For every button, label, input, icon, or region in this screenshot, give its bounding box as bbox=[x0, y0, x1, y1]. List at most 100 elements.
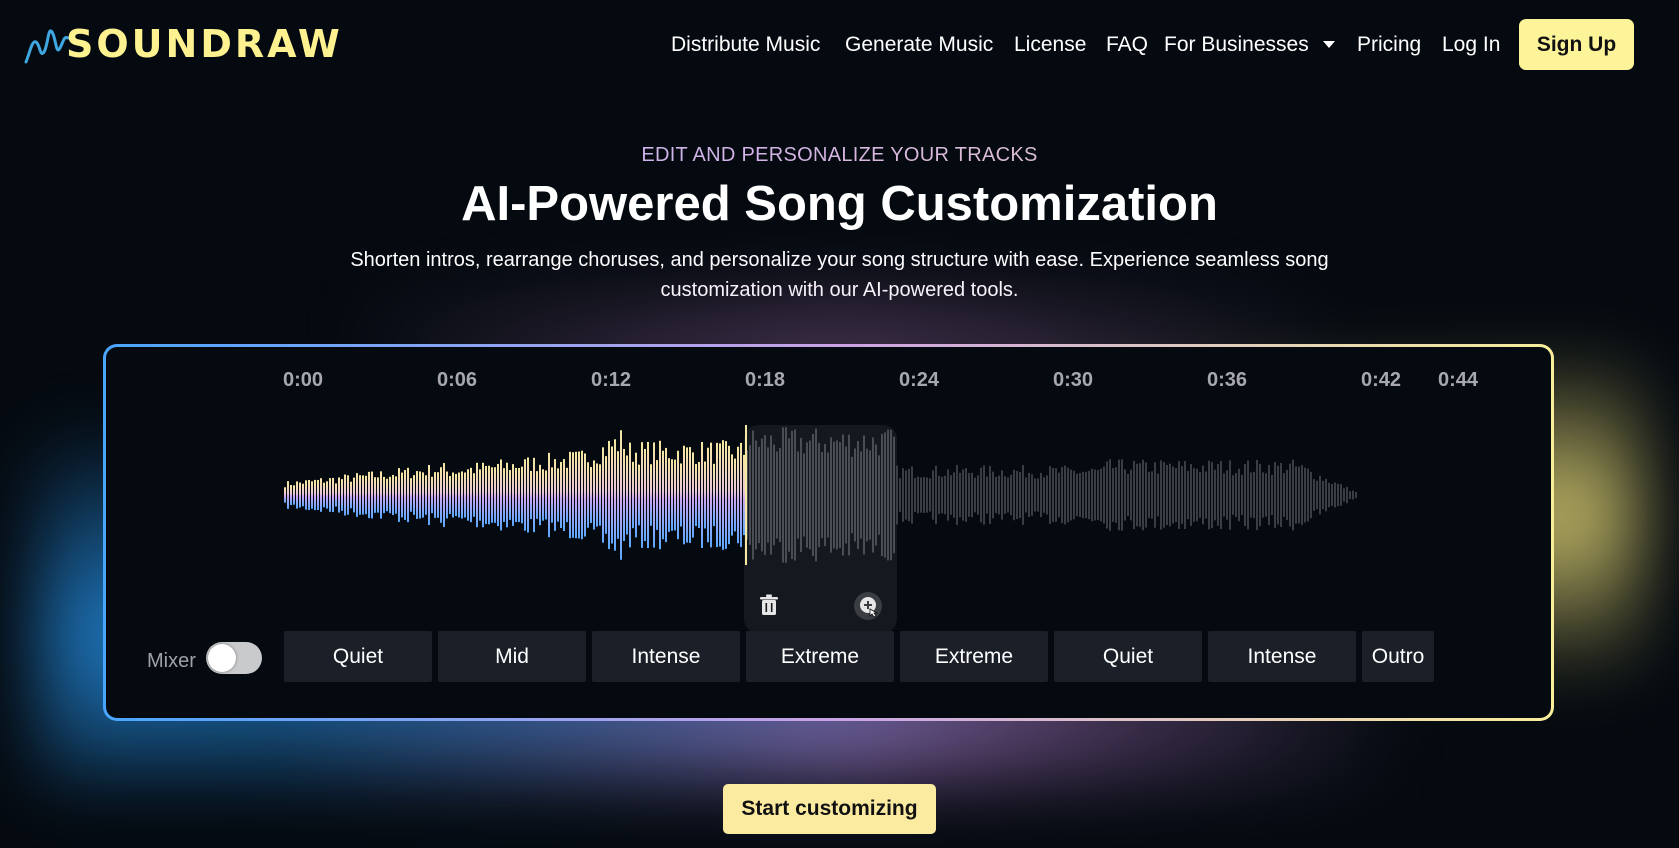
waveform-bar bbox=[1088, 470, 1090, 520]
waveform-bar bbox=[605, 456, 607, 534]
waveform-bar bbox=[1331, 484, 1333, 506]
waveform-bar bbox=[1202, 465, 1204, 525]
waveform-bar bbox=[965, 468, 967, 522]
waveform-bar bbox=[461, 471, 463, 519]
waveform-bar bbox=[521, 466, 523, 524]
waveform-bar bbox=[986, 476, 988, 514]
waveform-bar bbox=[314, 479, 316, 511]
waveform-bar bbox=[302, 483, 304, 507]
trash-icon[interactable] bbox=[757, 593, 781, 617]
waveform-bar bbox=[326, 481, 328, 509]
waveform-bar bbox=[869, 450, 871, 540]
waveform-bar bbox=[1154, 462, 1156, 528]
waveform-bar bbox=[542, 469, 544, 521]
waveform-bar bbox=[857, 441, 859, 549]
waveform-bar bbox=[1340, 484, 1342, 506]
waveform-bar bbox=[671, 459, 673, 531]
waveform-bar bbox=[1241, 474, 1243, 516]
waveform-bar bbox=[455, 473, 457, 517]
sign-up-button[interactable]: Sign Up bbox=[1519, 19, 1634, 70]
waveform-bar bbox=[1355, 492, 1357, 498]
waveform-bar bbox=[1040, 472, 1042, 518]
nav-for-businesses[interactable]: For Businesses bbox=[1164, 26, 1335, 64]
waveform-bar bbox=[293, 485, 295, 505]
waveform-bar bbox=[809, 440, 811, 550]
waveform-bar bbox=[422, 472, 424, 518]
waveform-bar bbox=[551, 467, 553, 523]
waveform-bar bbox=[896, 465, 898, 525]
waveform-bar bbox=[695, 463, 697, 527]
waveform-bar bbox=[479, 469, 481, 521]
toggle-knob bbox=[208, 644, 236, 672]
waveform-bar bbox=[932, 470, 934, 520]
waveform-bar bbox=[611, 446, 613, 544]
waveform-bar bbox=[296, 481, 298, 509]
waveform-bar bbox=[404, 470, 406, 520]
waveform-bar bbox=[1067, 467, 1069, 523]
waveform-bar bbox=[818, 442, 820, 548]
waveform-bar bbox=[572, 452, 574, 538]
waveform-bar bbox=[284, 487, 286, 503]
waveform-bar bbox=[1118, 459, 1120, 531]
segment-mid[interactable]: Mid bbox=[438, 631, 586, 682]
segment-intense[interactable]: Intense bbox=[1208, 631, 1356, 682]
waveform-bar bbox=[971, 472, 973, 518]
waveform-bar bbox=[1247, 460, 1249, 530]
waveform-bar bbox=[347, 475, 349, 515]
waveform-bar bbox=[632, 461, 634, 529]
waveform-bar bbox=[557, 468, 559, 522]
waveform-bar bbox=[917, 476, 919, 514]
waveform-bar bbox=[308, 479, 310, 511]
segment-outro[interactable]: Outro bbox=[1362, 631, 1434, 682]
waveform-bar bbox=[1130, 469, 1132, 521]
nav-generate-music[interactable]: Generate Music bbox=[845, 26, 993, 64]
waveform-bar bbox=[1163, 462, 1165, 528]
waveform-bar bbox=[425, 475, 427, 515]
waveform-bar bbox=[1307, 468, 1309, 522]
waveform-bar bbox=[1319, 475, 1321, 515]
waveform-bar bbox=[338, 477, 340, 513]
nav-faq[interactable]: FAQ bbox=[1106, 26, 1148, 64]
waveform-bar bbox=[815, 428, 817, 562]
nav-distribute-music[interactable]: Distribute Music bbox=[671, 26, 820, 64]
waveform-bar bbox=[395, 476, 397, 514]
waveform-bar bbox=[968, 473, 970, 517]
waveform-bar bbox=[800, 437, 802, 553]
chevron-down-icon bbox=[1322, 41, 1335, 48]
waveform-bar bbox=[527, 457, 529, 533]
playhead[interactable] bbox=[745, 425, 747, 565]
waveform-bar bbox=[1085, 471, 1087, 519]
waveform-bar bbox=[659, 440, 661, 550]
waveform-bar bbox=[560, 461, 562, 529]
nav-pricing[interactable]: Pricing bbox=[1357, 26, 1421, 64]
waveform-bar bbox=[1220, 460, 1222, 530]
nav-log-in[interactable]: Log In bbox=[1442, 26, 1500, 64]
waveform-bar bbox=[566, 467, 568, 523]
waveform-bar bbox=[788, 438, 790, 552]
waveform-bar bbox=[902, 468, 904, 522]
waveform-bar bbox=[1103, 466, 1105, 524]
waveform-bar bbox=[728, 445, 730, 545]
waveform-bar bbox=[1253, 471, 1255, 519]
waveform-bar bbox=[515, 467, 517, 523]
segment-extreme[interactable]: Extreme bbox=[900, 631, 1048, 682]
segment-quiet[interactable]: Quiet bbox=[284, 631, 432, 682]
waveform-bar bbox=[452, 472, 454, 518]
segment-intense[interactable]: Intense bbox=[592, 631, 740, 682]
nav-license[interactable]: License bbox=[1014, 26, 1086, 64]
waveform-bar bbox=[398, 468, 400, 522]
segment-quiet[interactable]: Quiet bbox=[1054, 631, 1202, 682]
start-customizing-button[interactable]: Start customizing bbox=[723, 784, 936, 834]
waveform-bar bbox=[497, 463, 499, 527]
waveform-bar bbox=[458, 472, 460, 518]
waveform-bar bbox=[1277, 465, 1279, 525]
waveform-bar bbox=[1271, 474, 1273, 516]
hero-eyebrow: EDIT AND PERSONALIZE YOUR TRACKS bbox=[0, 144, 1679, 167]
duplicate-icon[interactable] bbox=[853, 591, 883, 621]
waveform-bar bbox=[506, 462, 508, 528]
waveform-bar bbox=[893, 436, 895, 554]
waveform-bar bbox=[575, 451, 577, 539]
waveform-bar bbox=[854, 448, 856, 542]
segment-extreme-selected[interactable]: Extreme bbox=[746, 631, 894, 682]
mixer-toggle[interactable] bbox=[206, 642, 262, 674]
